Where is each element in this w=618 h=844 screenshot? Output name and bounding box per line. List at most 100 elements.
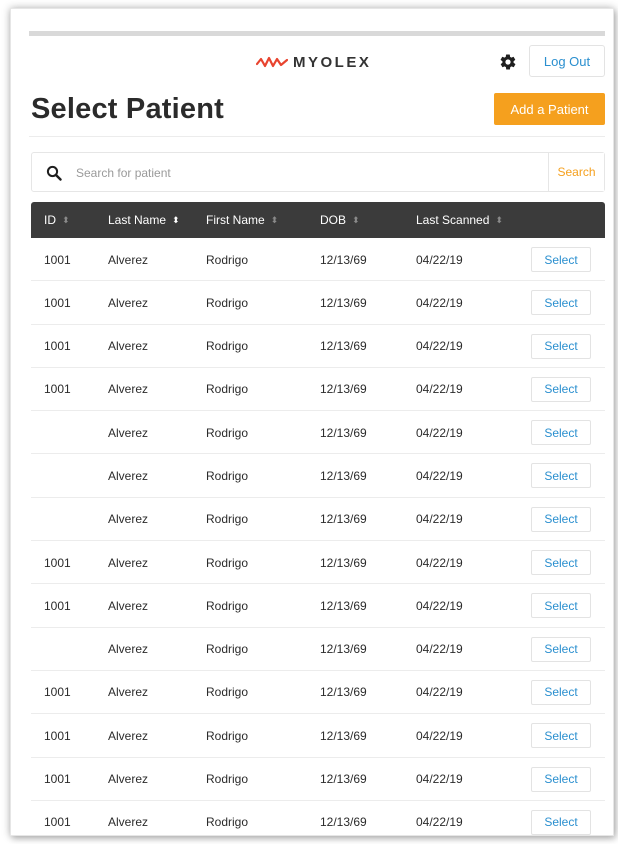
- add-patient-button[interactable]: Add a Patient: [494, 93, 605, 125]
- cell-id: 1001: [44, 728, 71, 743]
- cell-last-name: Alverez: [108, 728, 149, 743]
- column-label: DOB: [320, 213, 347, 227]
- table-row: 1001 Alverez Rodrigo 12/13/69 04/22/19 S…: [31, 714, 605, 758]
- cell-id: 1001: [44, 815, 71, 830]
- select-button[interactable]: Select: [531, 593, 591, 619]
- cell-first-name: Rodrigo: [206, 642, 249, 657]
- page-title: Select Patient: [31, 93, 224, 125]
- cell-last-scanned: 04/22/19: [416, 728, 463, 743]
- cell-first-name: Rodrigo: [206, 295, 249, 310]
- select-button[interactable]: Select: [531, 636, 591, 662]
- cell-dob: 12/13/69: [320, 252, 367, 267]
- select-button[interactable]: Select: [531, 723, 591, 749]
- table-row: Alverez Rodrigo 12/13/69 04/22/19 Select: [31, 498, 605, 542]
- divider: [29, 136, 605, 137]
- column-label: Last Scanned: [416, 213, 490, 227]
- column-label: Last Name: [108, 213, 167, 227]
- cell-id: 1001: [44, 685, 71, 700]
- sort-arrows-icon: ⬍: [270, 214, 279, 225]
- sort-arrows-icon: ⬍: [62, 214, 70, 225]
- table-row: 1001 Alverez Rodrigo 12/13/69 04/22/19 S…: [31, 584, 605, 628]
- cell-first-name: Rodrigo: [206, 815, 249, 830]
- cell-last-name: Alverez: [108, 382, 149, 397]
- select-button[interactable]: Select: [531, 809, 591, 835]
- logo: MYOLEX: [256, 51, 371, 73]
- cell-dob: 12/13/69: [320, 815, 367, 830]
- cell-dob: 12/13/69: [320, 425, 367, 440]
- patient-table: ID ⬍ Last Name ⬍ First Name ⬍ DOB ⬍ Last…: [31, 202, 605, 835]
- cell-last-name: Alverez: [108, 425, 149, 440]
- select-button[interactable]: Select: [531, 376, 591, 402]
- cell-first-name: Rodrigo: [206, 555, 249, 570]
- select-button[interactable]: Select: [531, 333, 591, 359]
- select-button[interactable]: Select: [531, 766, 591, 792]
- cell-last-scanned: 04/22/19: [416, 512, 463, 527]
- table-row: Alverez Rodrigo 12/13/69 04/22/19 Select: [31, 628, 605, 671]
- cell-dob: 12/13/69: [320, 339, 367, 354]
- search-button[interactable]: Search: [548, 153, 604, 191]
- cell-dob: 12/13/69: [320, 728, 367, 743]
- cell-last-scanned: 04/22/19: [416, 295, 463, 310]
- select-button[interactable]: Select: [531, 290, 591, 316]
- cell-last-name: Alverez: [108, 512, 149, 527]
- cell-last-scanned: 04/22/19: [416, 382, 463, 397]
- table-row: 1001 Alverez Rodrigo 12/13/69 04/22/19 S…: [31, 325, 605, 368]
- cell-dob: 12/13/69: [320, 642, 367, 657]
- table-row: 1001 Alverez Rodrigo 12/13/69 04/22/19 S…: [31, 758, 605, 801]
- column-header-last-scanned[interactable]: Last Scanned ⬍: [416, 202, 503, 238]
- cell-last-scanned: 04/22/19: [416, 642, 463, 657]
- sort-arrows-icon: ⬍: [495, 214, 503, 225]
- cell-dob: 12/13/69: [320, 685, 367, 700]
- cell-last-name: Alverez: [108, 642, 149, 657]
- cell-first-name: Rodrigo: [206, 339, 249, 354]
- cell-dob: 12/13/69: [320, 598, 367, 613]
- cell-last-scanned: 04/22/19: [416, 815, 463, 830]
- select-button[interactable]: Select: [531, 463, 591, 489]
- logo-text: MYOLEX: [293, 53, 372, 71]
- select-button[interactable]: Select: [531, 506, 591, 532]
- select-button[interactable]: Select: [531, 420, 591, 446]
- sort-arrows-icon: ⬍: [352, 214, 360, 225]
- cell-last-name: Alverez: [108, 685, 149, 700]
- column-header-first-name[interactable]: First Name ⬍: [206, 202, 278, 238]
- column-header-id[interactable]: ID ⬍: [44, 202, 70, 238]
- table-row: 1001 Alverez Rodrigo 12/13/69 04/22/19 S…: [31, 541, 605, 585]
- cell-last-name: Alverez: [108, 252, 149, 267]
- cell-dob: 12/13/69: [320, 468, 367, 483]
- cell-id: 1001: [44, 252, 71, 267]
- cell-last-scanned: 04/22/19: [416, 252, 463, 267]
- sort-arrows-icon: ⬍: [172, 214, 180, 225]
- cell-last-name: Alverez: [108, 339, 149, 354]
- cell-last-scanned: 04/22/19: [416, 339, 463, 354]
- cell-id: 1001: [44, 295, 71, 310]
- cell-first-name: Rodrigo: [206, 685, 249, 700]
- table-body: 1001 Alverez Rodrigo 12/13/69 04/22/19 S…: [31, 238, 605, 835]
- select-button[interactable]: Select: [531, 550, 591, 576]
- cell-last-name: Alverez: [108, 772, 149, 787]
- column-header-last-name[interactable]: Last Name ⬍: [108, 202, 180, 238]
- cell-last-name: Alverez: [108, 598, 149, 613]
- cell-id: 1001: [44, 382, 71, 397]
- cell-first-name: Rodrigo: [206, 772, 249, 787]
- cell-last-name: Alverez: [108, 295, 149, 310]
- cell-dob: 12/13/69: [320, 772, 367, 787]
- search-input[interactable]: [76, 161, 516, 185]
- search-bar: Search: [31, 152, 605, 192]
- pulse-wave-icon: [256, 56, 288, 68]
- column-header-dob[interactable]: DOB ⬍: [320, 202, 360, 238]
- cell-dob: 12/13/69: [320, 555, 367, 570]
- select-button[interactable]: Select: [531, 247, 591, 272]
- cell-last-scanned: 04/22/19: [416, 468, 463, 483]
- cell-dob: 12/13/69: [320, 382, 367, 397]
- table-row: 1001 Alverez Rodrigo 12/13/69 04/22/19 S…: [31, 671, 605, 715]
- table-row: 1001 Alverez Rodrigo 12/13/69 04/22/19 S…: [31, 801, 605, 835]
- cell-id: 1001: [44, 598, 71, 613]
- select-button[interactable]: Select: [531, 679, 591, 705]
- gear-icon[interactable]: [499, 53, 517, 71]
- logout-button[interactable]: Log Out: [529, 45, 605, 77]
- column-label: ID: [44, 213, 56, 227]
- cell-last-scanned: 04/22/19: [416, 685, 463, 700]
- cell-first-name: Rodrigo: [206, 382, 249, 397]
- cell-first-name: Rodrigo: [206, 252, 249, 267]
- table-row: Alverez Rodrigo 12/13/69 04/22/19 Select: [31, 454, 605, 498]
